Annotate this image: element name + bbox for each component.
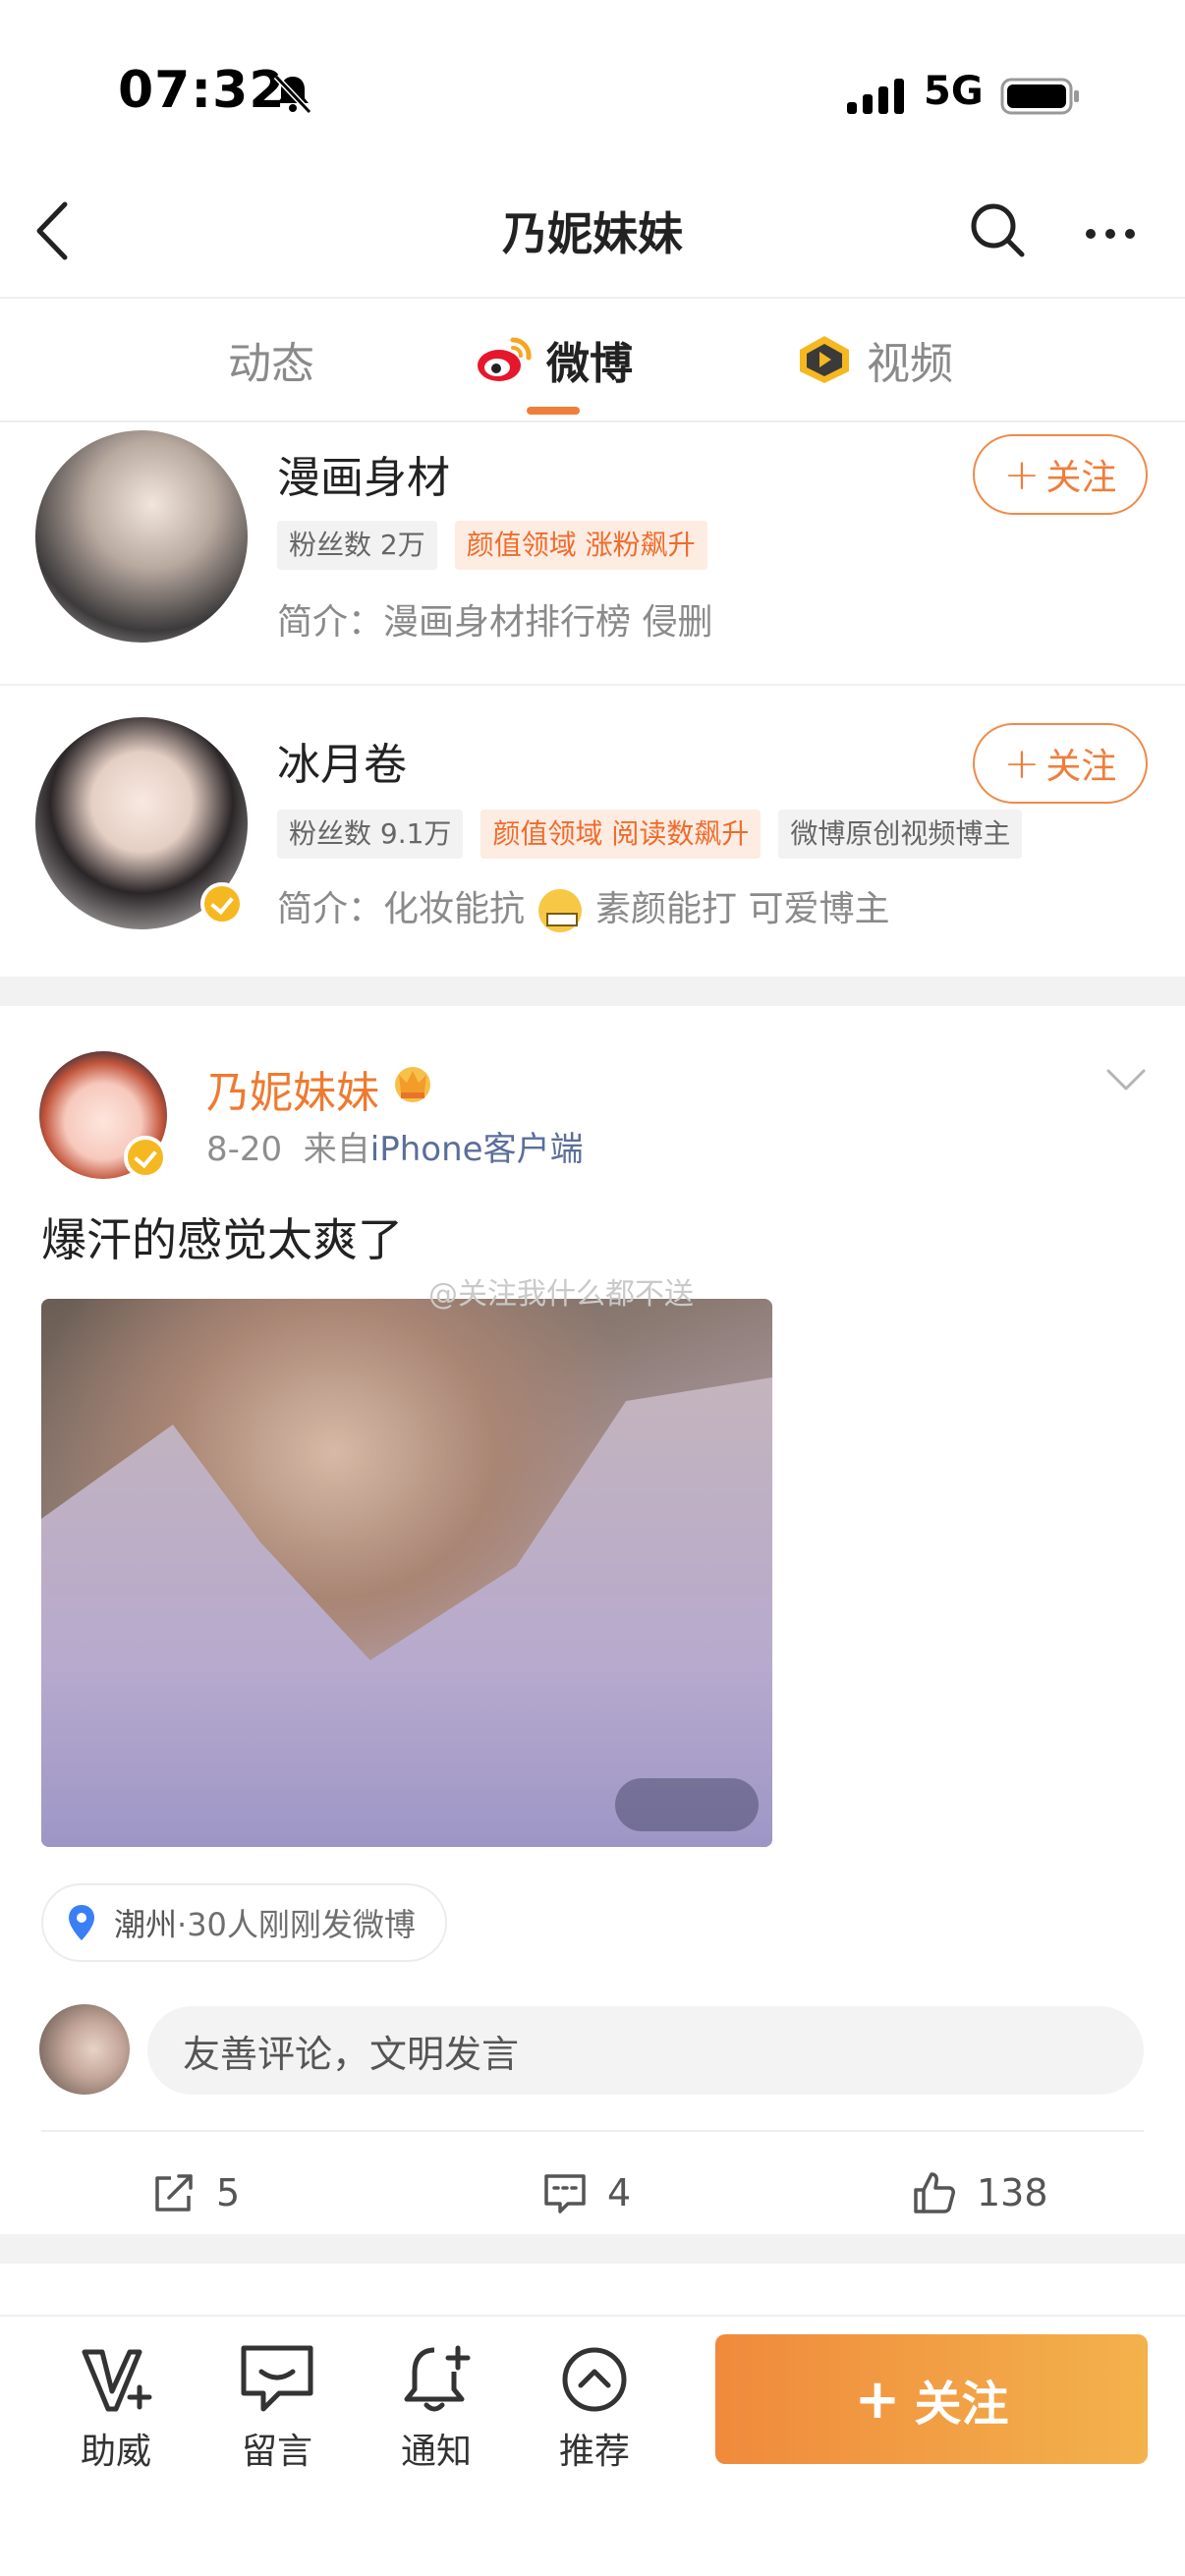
user-tags: 粉丝数 9.1万 颜值领域 阅读数飙升 微博原创视频博主 xyxy=(277,810,1023,859)
nav-bar: 乃妮妹妹 xyxy=(0,177,1185,297)
repost-icon xyxy=(155,2174,193,2212)
status-bar: 07:32 5G xyxy=(0,0,1185,177)
post-date: 8-20 xyxy=(206,1130,283,1169)
verified-badge-icon xyxy=(124,1136,167,1179)
avatar[interactable] xyxy=(35,430,248,643)
support-v-icon xyxy=(82,2349,152,2412)
verified-badge-icon xyxy=(200,882,244,925)
plus-icon: + xyxy=(854,2367,901,2432)
weibo-logo-icon xyxy=(478,337,532,381)
recommended-user[interactable]: 冰月卷 粉丝数 9.1万 颜值领域 阅读数飙升 微博原创视频博主 简介：化妆能抗… xyxy=(0,688,1185,975)
follow-label: 关注 xyxy=(914,2377,1009,2432)
recommended-user[interactable]: 漫画身材 粉丝数 2万 颜值领域 涨粉飙升 简介：漫画身材排行榜 侵删 + 关注 xyxy=(0,424,1185,686)
notify-button[interactable]: 通知 xyxy=(377,2338,495,2474)
bottom-label: 助威 xyxy=(80,2432,151,2472)
bell-muted-icon xyxy=(273,74,312,115)
tag-fans: 粉丝数 2万 xyxy=(277,521,437,570)
follow-label: 关注 xyxy=(1045,458,1117,498)
user-tags: 粉丝数 2万 颜值领域 涨粉飙升 xyxy=(277,521,707,570)
user-bio: 简介：化妆能抗 素颜能打 可爱博主 xyxy=(277,880,889,932)
follow-button[interactable]: + 关注 xyxy=(973,434,1148,515)
tag-creator: 微博原创视频博主 xyxy=(778,810,1023,859)
plus-icon: + xyxy=(1003,738,1041,789)
battery-icon xyxy=(1000,78,1079,115)
user-bio: 简介：漫画身材排行榜 侵删 xyxy=(277,602,713,643)
recommend-button[interactable]: 推荐 xyxy=(536,2338,653,2474)
like-button[interactable]: 138 xyxy=(912,2154,1048,2232)
post-source[interactable]: iPhone客户端 xyxy=(370,1130,584,1169)
tag-domain: 颜值领域 阅读数飙升 xyxy=(480,810,762,859)
bio-text: 简介：化妆能抗 xyxy=(277,889,526,929)
post-author[interactable]: 乃妮妹妹 xyxy=(206,1057,379,1120)
message-icon xyxy=(241,2345,313,2412)
profile-tabs: 动态 微博 视频 xyxy=(0,297,1185,422)
tag-fans: 粉丝数 9.1万 xyxy=(277,810,464,859)
tag-domain: 颜值领域 涨粉飙升 xyxy=(454,521,707,570)
follow-label: 关注 xyxy=(1045,747,1117,787)
repost-count: 5 xyxy=(216,2171,241,2214)
bottom-label: 通知 xyxy=(400,2432,472,2472)
video-icon xyxy=(800,336,849,383)
bell-plus-icon xyxy=(404,2345,471,2412)
vip-crown-icon xyxy=(395,1067,430,1102)
recommend-icon xyxy=(562,2347,627,2412)
tab-video[interactable]: 视频 xyxy=(796,299,953,420)
watermark-text: @关注我什么都不送 xyxy=(428,1277,694,1312)
message-button[interactable]: 留言 xyxy=(218,2338,336,2474)
location-suffix: ·30人刚刚发微博 xyxy=(177,1906,416,1943)
weibo-post: 乃妮妹妹 8-20 来自iPhone客户端 爆汗的感觉太爽了 @关注我什么都不送… xyxy=(0,1006,1185,2234)
follow-button[interactable]: + 关注 xyxy=(973,723,1148,804)
repost-button[interactable]: 5 xyxy=(151,2154,240,2232)
tab-label: 微博 xyxy=(546,339,633,389)
bottom-bar: 助威 留言 通知 推荐 + 关注 xyxy=(0,2315,1185,2576)
tab-weibo[interactable]: 微博 xyxy=(476,299,633,420)
comment-placeholder: 友善评论，文明发言 xyxy=(183,2032,520,2076)
signal-icon xyxy=(847,79,904,114)
image-content xyxy=(41,1377,772,1847)
divider xyxy=(41,2130,1144,2132)
status-time: 07:32 xyxy=(118,61,286,120)
avatar xyxy=(39,2004,130,2095)
section-divider xyxy=(0,2234,1185,2264)
comment-count: 4 xyxy=(607,2171,632,2214)
comment-input[interactable]: 友善评论，文明发言 xyxy=(147,2006,1144,2095)
image-control[interactable] xyxy=(615,1778,759,1831)
user-name[interactable]: 漫画身材 xyxy=(277,442,450,505)
more-icon[interactable] xyxy=(1081,204,1140,263)
post-text: 爆汗的感觉太爽了 xyxy=(41,1213,403,1266)
tab-label: 视频 xyxy=(867,339,953,389)
post-from: 来自 xyxy=(303,1130,370,1169)
comment-icon xyxy=(544,2174,586,2213)
network-type: 5G xyxy=(924,69,984,114)
bio-text: 素颜能打 可爱博主 xyxy=(595,889,890,929)
main-follow-button[interactable]: + 关注 xyxy=(715,2334,1148,2464)
post-image[interactable] xyxy=(41,1299,772,1847)
grimace-emoji-icon xyxy=(538,889,583,932)
plus-icon: + xyxy=(1003,449,1041,500)
location-name: 潮州 xyxy=(114,1906,178,1943)
location-pin-icon xyxy=(69,1905,94,1940)
comment-button[interactable]: 4 xyxy=(542,2154,631,2232)
post-meta: 8-20 来自iPhone客户端 xyxy=(206,1122,584,1170)
bottom-label: 留言 xyxy=(241,2432,312,2472)
chevron-down-icon[interactable] xyxy=(1104,1065,1148,1094)
user-name[interactable]: 冰月卷 xyxy=(277,729,407,792)
active-tab-indicator xyxy=(527,407,580,415)
like-count: 138 xyxy=(977,2171,1048,2214)
tab-label: 动态 xyxy=(228,339,314,389)
bottom-label: 推荐 xyxy=(558,2432,630,2472)
section-divider xyxy=(0,977,1185,1006)
support-button[interactable]: 助威 xyxy=(57,2338,175,2474)
thumbs-up-icon xyxy=(914,2172,955,2213)
search-icon[interactable] xyxy=(968,200,1027,259)
location-chip[interactable]: 潮州 ·30人刚刚发微博 xyxy=(41,1883,447,1962)
tab-dynamic[interactable]: 动态 xyxy=(228,299,314,420)
